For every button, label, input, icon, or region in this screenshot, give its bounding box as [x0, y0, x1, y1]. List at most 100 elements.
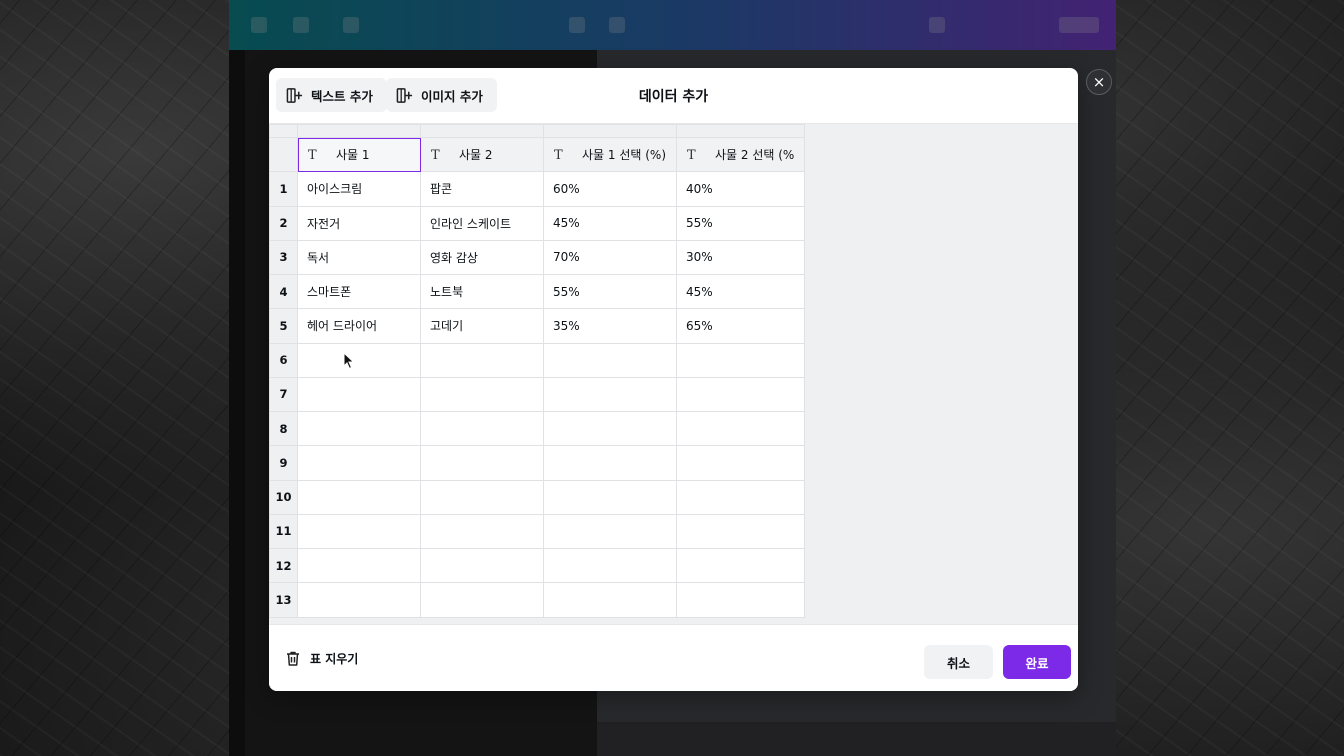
row-number: 3 — [269, 239, 298, 276]
table-row: 9 — [269, 445, 806, 481]
table-row: 2 자전거 인라인 스케이트 45% 55% — [269, 205, 806, 241]
close-icon: × — [1092, 72, 1106, 91]
table-cell[interactable] — [676, 547, 806, 584]
row-number: 6 — [269, 342, 298, 378]
row-number: 1 — [269, 171, 298, 207]
row-number: 7 — [269, 376, 298, 413]
table-cell[interactable] — [420, 445, 544, 481]
table-cell[interactable]: 35% — [542, 308, 678, 344]
mouse-cursor-icon — [343, 352, 355, 370]
table-cell[interactable]: 스마트폰 — [297, 273, 421, 310]
add-data-dialog: 텍스트 추가 이미지 추가 데이터 추가 T 사물 1 T 사물 2T 사물 1… — [269, 68, 1078, 691]
column-handle[interactable] — [297, 124, 421, 138]
table-cell[interactable] — [420, 479, 544, 515]
table-cell[interactable]: 팝콘 — [420, 171, 544, 207]
table-row: 11 — [269, 513, 806, 550]
table-cell[interactable] — [297, 582, 421, 618]
column-handle[interactable] — [542, 124, 678, 138]
data-grid: T 사물 1 T 사물 2 T 사물 1 선택 (%) T 사물 2 선택 (% 1 아이스크림… — [269, 124, 1078, 624]
table-cell[interactable] — [542, 479, 678, 515]
table-cell[interactable] — [297, 479, 421, 515]
table-cell[interactable]: 45% — [542, 205, 678, 241]
table-cell[interactable] — [676, 479, 806, 515]
done-label: 완료 — [1025, 655, 1049, 671]
table-cell[interactable] — [420, 582, 544, 618]
table-cell[interactable] — [676, 582, 806, 618]
table-row: 10 — [269, 479, 806, 515]
table-cell[interactable] — [676, 410, 806, 447]
table-cell[interactable] — [676, 513, 806, 550]
table-cell[interactable]: 고데기 — [420, 308, 544, 344]
table-cell[interactable] — [542, 513, 678, 550]
column-header-label: 사물 1 — [336, 148, 370, 163]
table-cell[interactable]: 독서 — [297, 239, 421, 276]
table-row: 8 — [269, 410, 806, 447]
text-type-icon: T — [308, 148, 317, 164]
row-number: 2 — [269, 205, 298, 241]
table-cell[interactable] — [297, 410, 421, 447]
table-cell[interactable] — [420, 513, 544, 550]
row-number: 5 — [269, 308, 298, 344]
done-button[interactable]: 완료 — [1003, 645, 1071, 679]
table-cell[interactable] — [297, 342, 421, 378]
table-cell[interactable] — [542, 410, 678, 447]
column-header-1[interactable]: T 사물 1 — [297, 136, 421, 173]
column-header-label: 사물 2 — [459, 148, 493, 163]
table-cell[interactable]: 55% — [676, 205, 806, 241]
table-cell[interactable]: 헤어 드라이어 — [297, 308, 421, 344]
table-cell[interactable]: 영화 감상 — [420, 239, 544, 276]
table-row: 12 — [269, 547, 806, 584]
table-cell[interactable] — [420, 410, 544, 447]
table-cell[interactable]: 인라인 스케이트 — [420, 205, 544, 241]
dialog-title: 데이터 추가 — [638, 89, 709, 105]
data-table: T 사물 1 T 사물 2 T 사물 1 선택 (%) T 사물 2 선택 (% 1 아이스크림… — [269, 124, 806, 618]
table-cell[interactable] — [676, 445, 806, 481]
table-cell[interactable]: 노트북 — [420, 273, 544, 310]
column-header-4[interactable]: T 사물 2 선택 (% — [676, 136, 806, 173]
table-cell[interactable] — [420, 376, 544, 413]
table-row: 5 헤어 드라이어 고데기 35% 65% — [269, 308, 806, 344]
column-header-2[interactable]: T 사물 2 — [420, 136, 544, 173]
table-cell[interactable]: 아이스크림 — [297, 171, 421, 207]
table-row: 7 — [269, 376, 806, 413]
row-number: 4 — [269, 273, 298, 310]
table-cell[interactable]: 70% — [542, 239, 678, 276]
table-cell[interactable]: 자전거 — [297, 205, 421, 241]
table-cell[interactable] — [297, 547, 421, 584]
row-number: 9 — [269, 445, 298, 481]
table-cell[interactable] — [297, 513, 421, 550]
column-header-3[interactable]: T 사물 1 선택 (%) — [542, 136, 678, 173]
column-handle[interactable] — [676, 124, 806, 138]
table-row: 4 스마트폰 노트북 55% 45% — [269, 273, 806, 310]
column-handle[interactable] — [420, 124, 544, 138]
table-cell[interactable]: 30% — [676, 239, 806, 276]
table-row: 1 아이스크림 팝콘 60% 40% — [269, 171, 806, 207]
table-cell[interactable] — [676, 342, 806, 378]
table-cell[interactable]: 45% — [676, 273, 806, 310]
clear-table-button[interactable]: 표 지우기 — [285, 645, 358, 671]
trash-icon — [287, 651, 299, 666]
table-cell[interactable] — [542, 547, 678, 584]
table-cell[interactable] — [676, 376, 806, 413]
table-cell[interactable] — [420, 342, 544, 378]
column-header-label: 사물 1 선택 (%) — [582, 148, 667, 163]
table-cell[interactable]: 65% — [676, 308, 806, 344]
table-cell[interactable]: 55% — [542, 273, 678, 310]
table-cell[interactable] — [542, 582, 678, 618]
table-cell[interactable] — [420, 547, 544, 584]
column-handles-row — [269, 124, 806, 138]
table-row: 3 독서 영화 감상 70% 30% — [269, 239, 806, 276]
table-cell[interactable] — [542, 376, 678, 413]
corner-cell — [269, 124, 298, 138]
text-type-icon: T — [687, 148, 696, 164]
row-number: 11 — [269, 513, 298, 550]
table-cell[interactable]: 60% — [542, 171, 678, 207]
cancel-button[interactable]: 취소 — [924, 645, 993, 679]
table-cell[interactable] — [297, 376, 421, 413]
row-number: 8 — [269, 410, 298, 447]
table-cell[interactable] — [542, 445, 678, 481]
close-button[interactable]: × — [1086, 69, 1112, 95]
table-cell[interactable]: 40% — [676, 171, 806, 207]
table-cell[interactable] — [297, 445, 421, 481]
table-cell[interactable] — [542, 342, 678, 378]
